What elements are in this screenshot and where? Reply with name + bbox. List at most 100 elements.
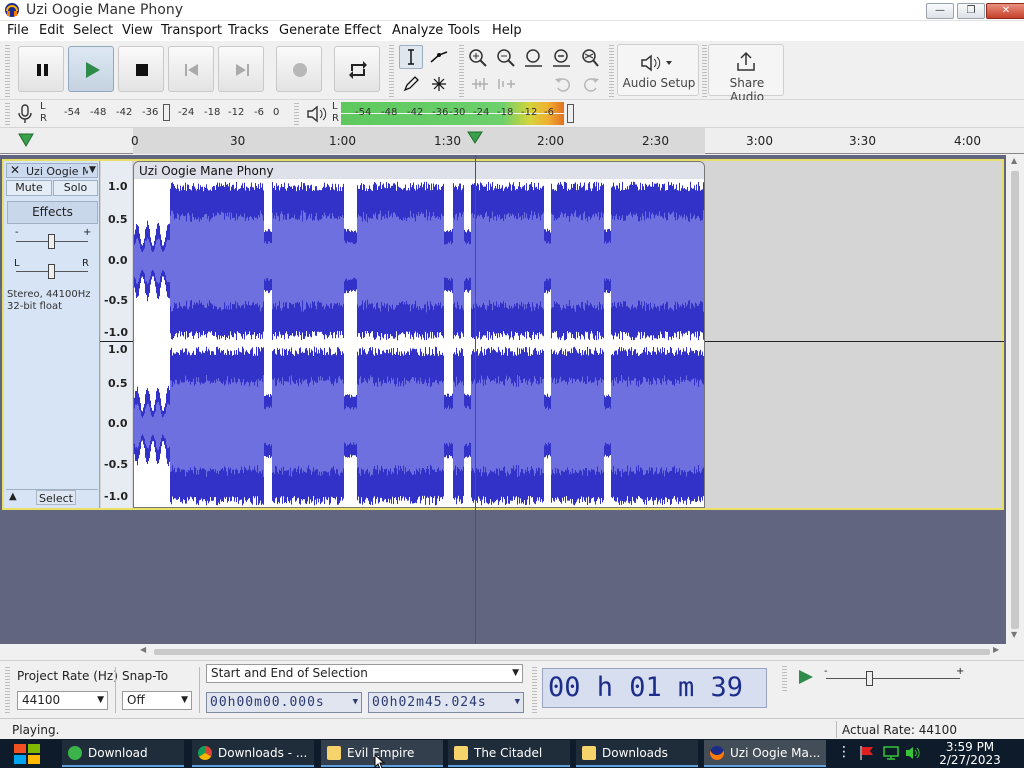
menu-effect[interactable]: Effect bbox=[344, 23, 381, 38]
play-meter-grip[interactable] bbox=[294, 101, 299, 125]
record-meter-grip[interactable] bbox=[5, 101, 10, 125]
stop-button[interactable] bbox=[118, 46, 164, 92]
microphone-icon[interactable] bbox=[17, 104, 33, 124]
track-header[interactable]: ✕ Uzi Oogie Ma ▼ bbox=[6, 163, 98, 178]
snap-to-select[interactable]: Off ▼ bbox=[122, 691, 192, 710]
loop-button[interactable] bbox=[334, 46, 380, 92]
toolbar-grip[interactable] bbox=[5, 43, 10, 99]
speed-slider-thumb[interactable] bbox=[866, 671, 873, 686]
scroll-down-icon[interactable]: ▼ bbox=[1011, 630, 1017, 639]
selection-end-time[interactable]: 00h02m45.024s ▼ bbox=[368, 692, 524, 713]
selection-start-time[interactable]: 00h00m00.000s ▼ bbox=[206, 692, 362, 713]
scroll-up-icon[interactable]: ▲ bbox=[1011, 156, 1017, 165]
selection-mode-select[interactable]: Start and End of Selection ▼ bbox=[206, 664, 523, 683]
speed-slider-track bbox=[826, 678, 960, 679]
timeline-ruler[interactable]: 0 30 1:00 1:30 2:00 2:30 3:00 3:30 4:00 bbox=[0, 128, 1024, 154]
network-icon[interactable] bbox=[882, 745, 900, 761]
multi-tool[interactable] bbox=[427, 72, 451, 96]
record-button[interactable] bbox=[276, 46, 322, 92]
menu-transport[interactable]: Transport bbox=[161, 23, 222, 38]
scroll-left-icon[interactable]: ◀ bbox=[140, 645, 146, 654]
zoom-out-icon[interactable] bbox=[496, 48, 516, 68]
play-at-speed-grip[interactable] bbox=[782, 664, 787, 692]
amplitude-scale[interactable]: 1.0 0.5 0.0 -0.5 -1.0 1.0 0.5 0.0 -0.5 -… bbox=[101, 161, 132, 508]
silence-icon[interactable] bbox=[497, 76, 517, 92]
minimize-button[interactable]: — bbox=[926, 3, 954, 19]
playback-meter[interactable]: -54 -48 -42 -36 -30 -24 -18 -12 -6 bbox=[341, 102, 575, 125]
pause-button[interactable] bbox=[18, 46, 64, 92]
taskbar-item-chrome[interactable]: Downloads - ... bbox=[192, 740, 314, 767]
play-button[interactable] bbox=[68, 46, 114, 92]
clip-name[interactable]: Uzi Oogie Mane Phony bbox=[139, 164, 274, 178]
flag-icon[interactable] bbox=[858, 745, 876, 761]
play-speed-slider[interactable]: - + bbox=[822, 666, 964, 688]
track-close-icon[interactable]: ✕ bbox=[10, 163, 20, 177]
menu-select[interactable]: Select bbox=[73, 23, 113, 38]
select-track-button[interactable]: Select bbox=[36, 490, 76, 505]
record-meter[interactable]: -54 -48 -42 -36 -24 -18 -12 -6 0 bbox=[50, 102, 286, 125]
menu-file[interactable]: File bbox=[7, 23, 29, 38]
effects-button[interactable]: Effects bbox=[7, 201, 98, 224]
play-at-speed-icon[interactable] bbox=[796, 668, 816, 686]
vertical-scrollbar[interactable]: ▲ ▼ bbox=[1008, 155, 1022, 644]
horizontal-scroll-thumb[interactable] bbox=[154, 649, 990, 655]
menu-edit[interactable]: Edit bbox=[39, 23, 64, 38]
menu-analyze[interactable]: Analyze bbox=[392, 23, 443, 38]
scroll-right-icon[interactable]: ▶ bbox=[993, 645, 999, 654]
audio-clip[interactable]: Uzi Oogie Mane Phony bbox=[133, 161, 705, 508]
undo-icon[interactable] bbox=[554, 76, 572, 92]
menu-help[interactable]: Help bbox=[492, 23, 522, 38]
taskbar-item-citadel[interactable]: The Citadel bbox=[448, 740, 570, 767]
draw-tool[interactable] bbox=[399, 72, 423, 96]
zoom-toggle-icon[interactable] bbox=[580, 48, 600, 68]
selection-tool[interactable] bbox=[399, 45, 423, 69]
taskbar-item-download[interactable]: Download you... bbox=[62, 740, 184, 767]
overflow-dots-icon[interactable]: ⋮ bbox=[837, 744, 851, 760]
waveform[interactable] bbox=[134, 179, 704, 508]
solo-button[interactable]: Solo bbox=[53, 180, 98, 196]
fit-selection-icon[interactable] bbox=[524, 48, 544, 68]
collapse-track-icon[interactable]: ▲ bbox=[9, 491, 17, 502]
playhead-marker-icon[interactable] bbox=[467, 131, 483, 145]
share-grip[interactable] bbox=[702, 43, 707, 99]
close-button[interactable]: ✕ bbox=[986, 3, 1024, 19]
vertical-scroll-thumb[interactable] bbox=[1011, 171, 1019, 629]
taskbar-item-audacity[interactable]: Uzi Oogie Ma... bbox=[704, 740, 826, 767]
track-menu-chevron-icon[interactable]: ▼ bbox=[89, 165, 96, 175]
volume-icon[interactable] bbox=[904, 745, 922, 761]
taskbar-item-downloads[interactable]: Downloads bbox=[576, 740, 698, 767]
horizontal-scrollbar[interactable]: ◀ ▶ bbox=[140, 645, 1006, 658]
menu-tracks[interactable]: Tracks bbox=[228, 23, 269, 38]
audio-position-time[interactable]: 00 h 01 m 39 s bbox=[542, 668, 767, 741]
selection-toolbar-grip[interactable] bbox=[5, 665, 10, 715]
pan-slider[interactable] bbox=[48, 264, 55, 279]
speaker-icon[interactable] bbox=[306, 105, 328, 123]
audio-setup-grip[interactable] bbox=[609, 43, 614, 99]
record-meter-slider[interactable] bbox=[163, 104, 170, 121]
menu-view[interactable]: View bbox=[122, 23, 153, 38]
gain-slider[interactable] bbox=[48, 234, 55, 249]
trim-icon[interactable] bbox=[470, 76, 490, 92]
audio-setup-button[interactable]: Audio Setup bbox=[617, 44, 699, 96]
redo-icon[interactable] bbox=[582, 76, 600, 92]
menu-tools[interactable]: Tools bbox=[448, 23, 480, 38]
playback-meter-slider[interactable] bbox=[567, 104, 574, 123]
clock[interactable]: 3:59 PM 2/27/2023 bbox=[930, 741, 1010, 767]
zoom-in-icon[interactable] bbox=[468, 48, 488, 68]
mute-button[interactable]: Mute bbox=[6, 180, 52, 196]
restore-button[interactable]: ❐ bbox=[957, 3, 985, 19]
time-toolbar-grip[interactable] bbox=[532, 665, 537, 715]
fit-project-icon[interactable] bbox=[552, 48, 572, 68]
share-audio-button[interactable]: Share Audio bbox=[708, 44, 784, 104]
skip-to-start-button[interactable] bbox=[168, 46, 214, 92]
skip-to-end-button[interactable] bbox=[218, 46, 264, 92]
edit-grip[interactable] bbox=[459, 43, 464, 99]
tools-grip[interactable] bbox=[389, 43, 394, 99]
track-name[interactable]: Uzi Oogie Ma bbox=[26, 165, 88, 178]
clip-header[interactable]: Uzi Oogie Mane Phony bbox=[134, 162, 704, 179]
timeline-options-icon[interactable] bbox=[18, 133, 34, 147]
windows-start-icon[interactable] bbox=[10, 742, 44, 766]
menu-generate[interactable]: Generate bbox=[279, 23, 340, 38]
envelope-tool[interactable] bbox=[427, 45, 451, 69]
project-rate-select[interactable]: 44100 ▼ bbox=[17, 691, 108, 710]
